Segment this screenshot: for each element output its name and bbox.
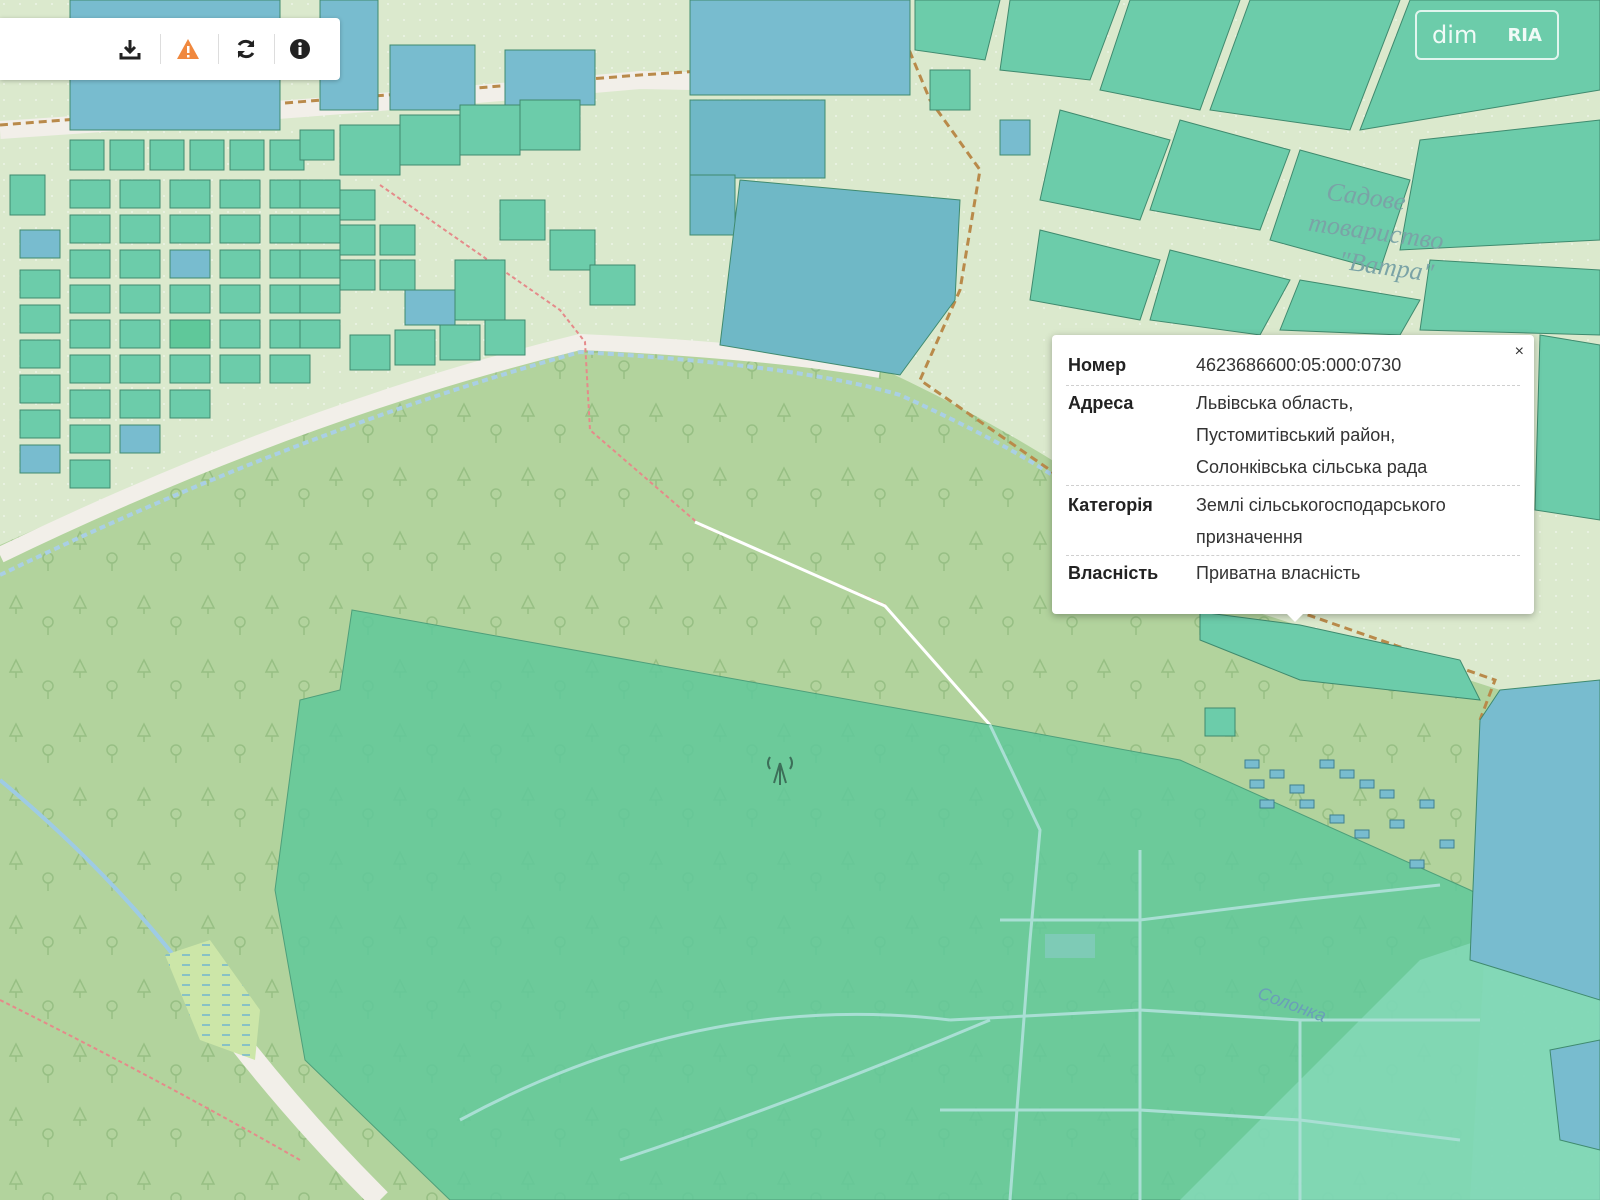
address-line: Пустомитівський район, [1196, 425, 1396, 445]
warning-icon [177, 39, 199, 59]
map-toolbar [0, 18, 340, 80]
popup-pointer [1285, 612, 1305, 622]
toolbar-separator [218, 34, 219, 64]
info-button[interactable] [282, 31, 318, 67]
popup-row-address: Адреса Львівська область, Пустомитівськи… [1066, 387, 1520, 486]
popup-key: Категорія [1068, 495, 1153, 515]
report-problem-button[interactable] [170, 31, 206, 67]
refresh-button[interactable] [228, 31, 264, 67]
parcel-info-popup: × Номер 4623686600:05:000:0730 Адреса Ль… [1052, 335, 1534, 614]
watermark-right: RIA [1507, 24, 1542, 46]
watermark-left: dim [1432, 21, 1478, 49]
popup-row-ownership: Власність Приватна власність [1066, 557, 1520, 593]
parcel-ownership: Приватна власність [1196, 563, 1361, 583]
category-line: призначення [1196, 527, 1303, 547]
parcels-east-blue [1469, 679, 1600, 1001]
parcel-category: Землі сільськогосподарського призначення [1196, 489, 1516, 553]
parcel-number: 4623686600:05:000:0730 [1196, 355, 1402, 375]
popup-key: Власність [1068, 563, 1159, 583]
category-line: Землі сільськогосподарського [1196, 495, 1446, 515]
popup-row-number: Номер 4623686600:05:000:0730 [1066, 349, 1520, 386]
address-line: Солонківська сільська рада [1196, 457, 1428, 477]
download-icon [119, 40, 141, 60]
refresh-icon [237, 39, 255, 59]
toolbar-separator [274, 34, 275, 64]
address-line: Львівська область, [1196, 393, 1354, 413]
download-button[interactable] [112, 31, 148, 67]
toolbar-separator [160, 34, 161, 64]
popup-row-category: Категорія Землі сільськогосподарського п… [1066, 489, 1520, 556]
popup-key: Адреса [1068, 393, 1134, 413]
info-icon [290, 39, 310, 59]
dimria-watermark: dim RIA [1415, 10, 1559, 60]
popup-key: Номер [1068, 355, 1127, 375]
parcel-address: Львівська область, Пустомитівський район… [1196, 387, 1516, 483]
village-pond [1045, 934, 1095, 958]
